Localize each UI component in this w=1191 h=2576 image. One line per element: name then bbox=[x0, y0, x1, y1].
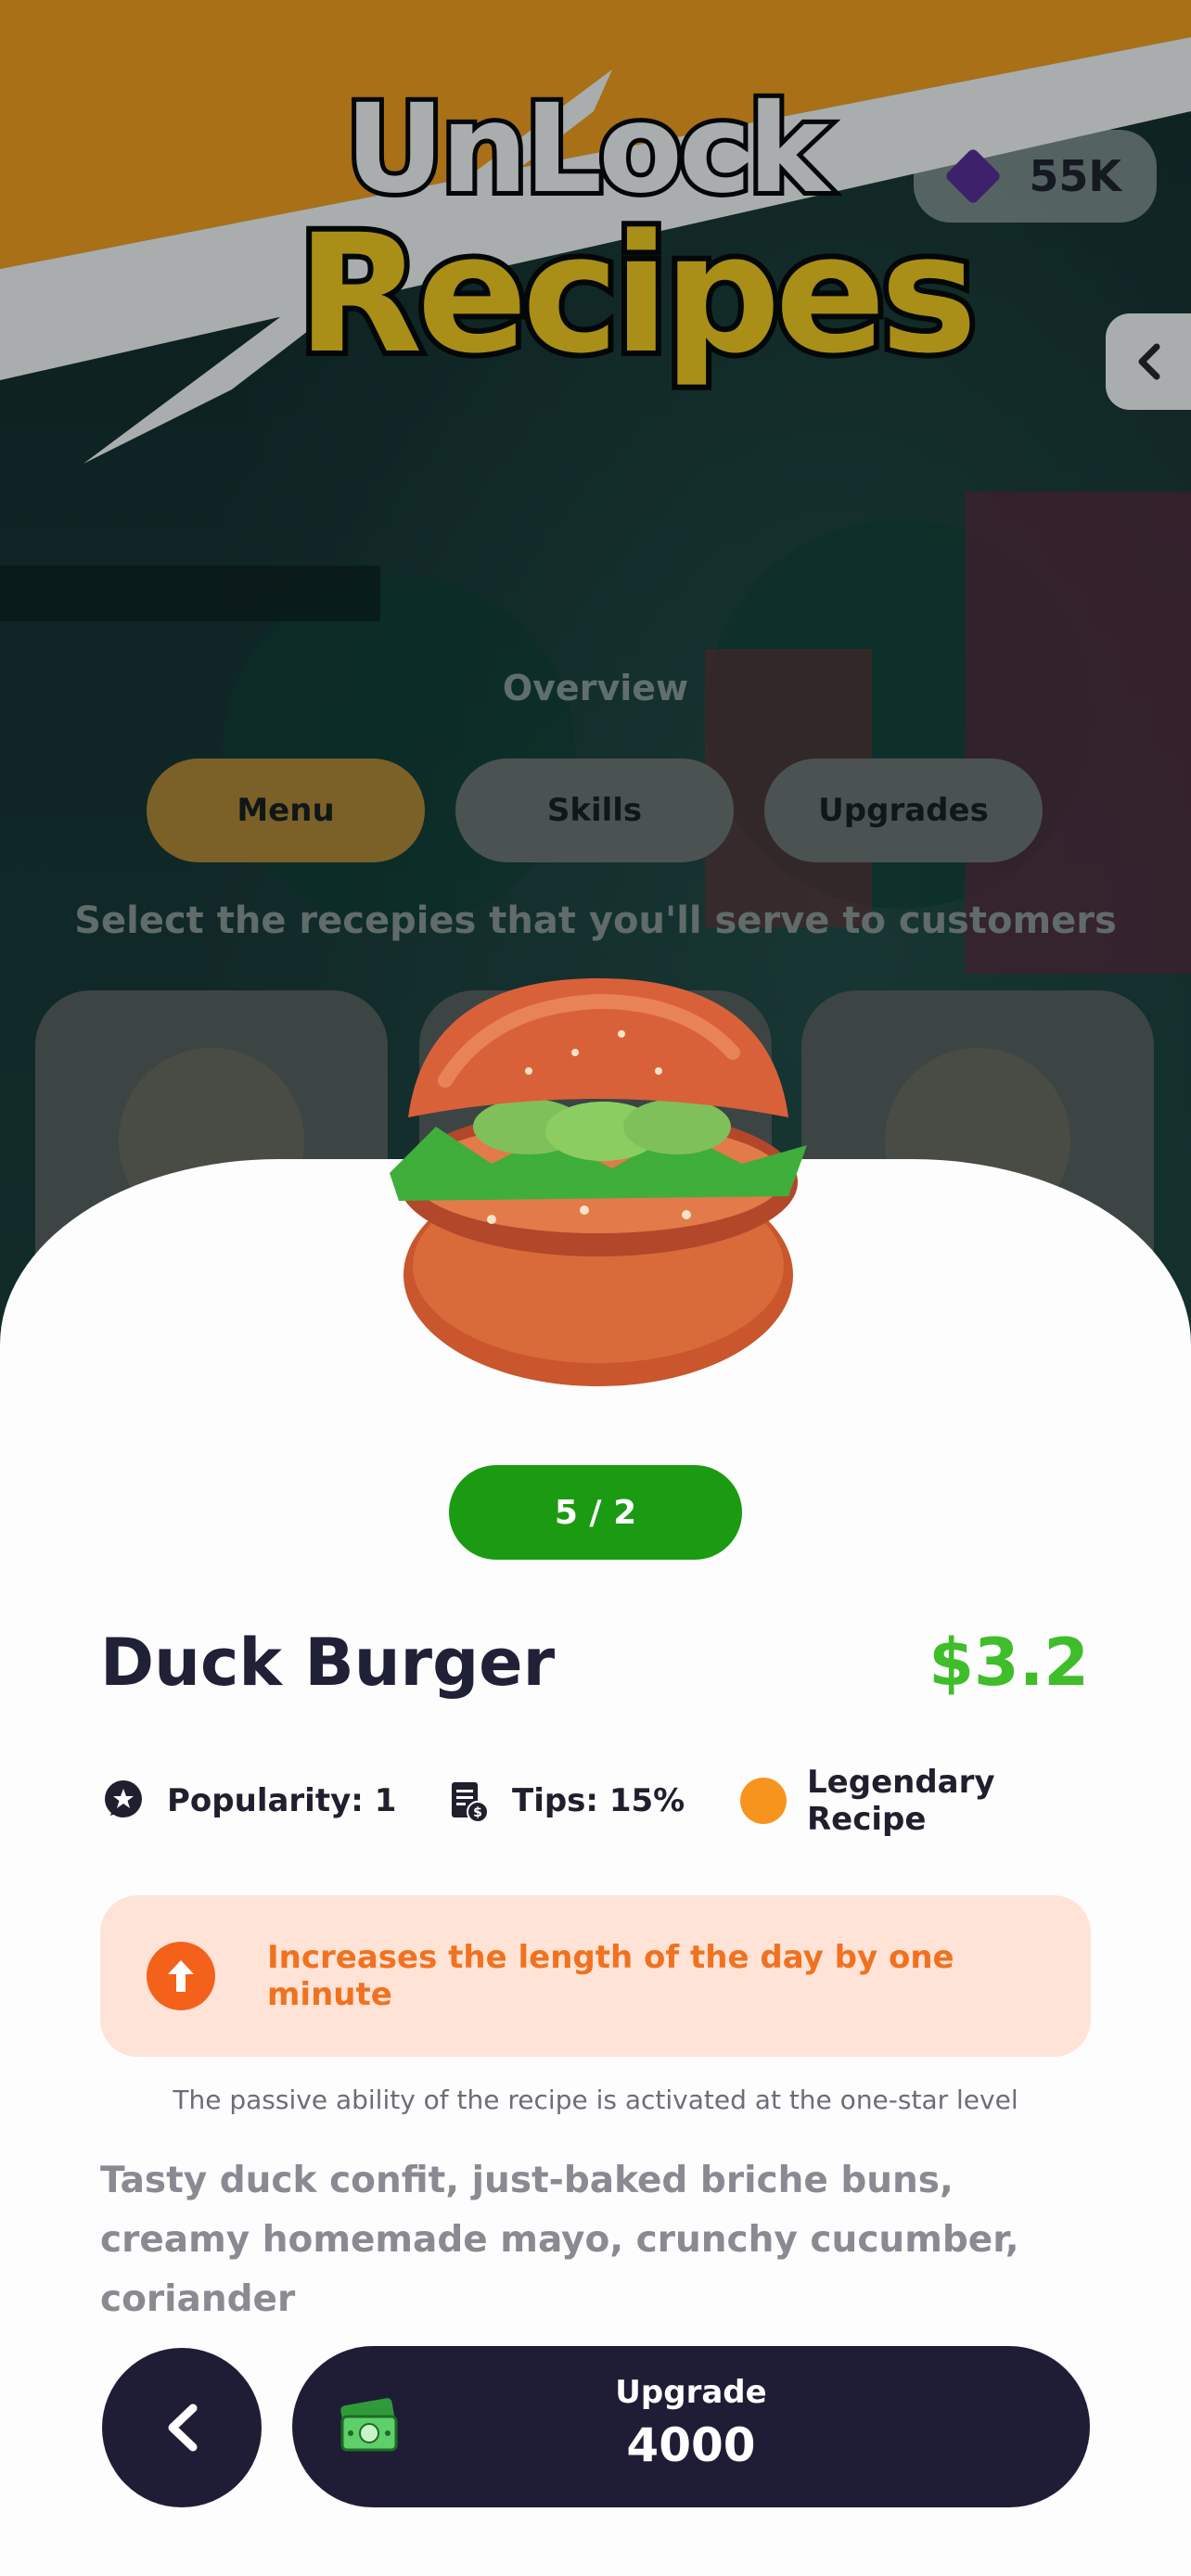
back-button[interactable] bbox=[102, 2348, 262, 2507]
recipe-price: $3.2 bbox=[928, 1625, 1089, 1701]
rarity-stat: Legendary Recipe bbox=[740, 1764, 1091, 1838]
arrow-up-icon bbox=[147, 1942, 215, 2010]
duck-burger-image bbox=[390, 978, 807, 1386]
rarity-dot-icon bbox=[740, 1778, 787, 1824]
star-badge-icon bbox=[100, 1778, 147, 1824]
passive-ability-box: Increases the length of the day by one m… bbox=[100, 1895, 1091, 2057]
upgrade-cost: 4000 bbox=[626, 2418, 756, 2472]
tips-stat: $ Tips: 15% bbox=[445, 1773, 685, 1829]
ability-note: The passive ability of the recipe is act… bbox=[173, 2085, 1018, 2115]
popularity-stat: Popularity: 1 bbox=[100, 1773, 396, 1829]
recipe-progress-pill: 5 / 2 bbox=[449, 1465, 742, 1560]
ability-text: Increases the length of the day by one m… bbox=[267, 1939, 954, 2013]
receipt-icon: $ bbox=[445, 1778, 492, 1824]
recipe-stats: Popularity: 1 $ Tips: 15% Legendary Reci… bbox=[100, 1764, 1091, 1838]
upgrade-label: Upgrade bbox=[615, 2374, 767, 2411]
svg-text:$: $ bbox=[473, 1805, 482, 1820]
chevron-left-icon bbox=[168, 2404, 198, 2452]
recipe-description: Tasty duck confit, just-baked briche bun… bbox=[100, 2160, 1019, 2320]
recipe-name: Duck Burger bbox=[100, 1625, 556, 1701]
rarity-text: Legendary Recipe bbox=[807, 1764, 995, 1838]
upgrade-button[interactable]: Upgrade 4000 bbox=[292, 2346, 1090, 2507]
tips-text: Tips: 15% bbox=[512, 1782, 685, 1819]
popularity-text: Popularity: 1 bbox=[167, 1782, 397, 1819]
